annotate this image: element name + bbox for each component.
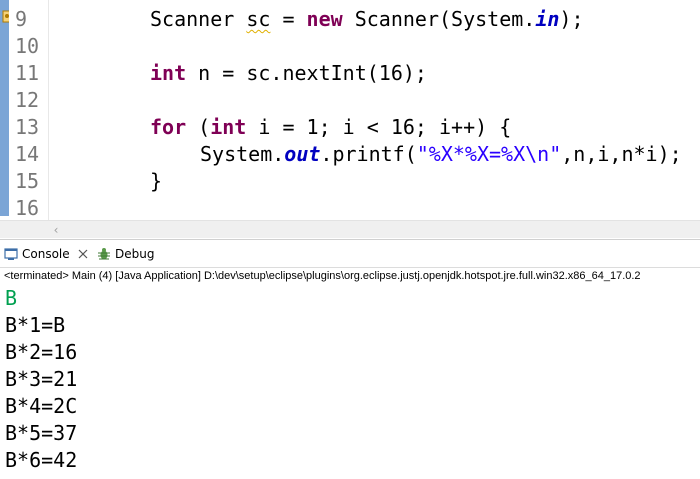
tab-console-label: Console (22, 247, 70, 261)
code-token: Scanner (150, 7, 247, 31)
code-keyword: int (150, 61, 187, 85)
code-token: = (270, 7, 307, 31)
line-number: 16 (15, 196, 40, 220)
code-static-field: in (535, 7, 560, 31)
code-token: System. (200, 142, 285, 166)
code-token-warning: sc (246, 7, 271, 31)
line-number: 15 (15, 169, 40, 193)
code-line-11[interactable]: int n = sc.nextInt(16); (150, 60, 427, 87)
code-editor[interactable]: 9 10 11 12 13 14 15 16 Scanner sc = new … (0, 0, 700, 220)
console-output-line: B*1=B (5, 313, 66, 337)
console-process-status: <terminated> Main (4) [Java Application]… (4, 270, 641, 282)
line-number: 14 (15, 142, 40, 166)
code-keyword: for (150, 115, 187, 139)
line-number: 9 (15, 7, 28, 31)
line-number: 13 (15, 115, 40, 139)
console-output-line: B*6=42 (5, 448, 78, 472)
debug-bug-icon (98, 248, 110, 260)
code-static-field: out (284, 142, 321, 166)
console-output-line: B*2=16 (5, 340, 78, 364)
editor-overview-rail (0, 0, 9, 216)
view-tab-bar: Console Debug (0, 239, 700, 268)
code-token: Scanner(System. (342, 7, 536, 31)
console-icon (4, 248, 18, 260)
tab-console[interactable]: Console (4, 243, 88, 265)
line-number: 12 (15, 88, 40, 112)
tab-debug[interactable]: Debug (97, 243, 154, 265)
console-output[interactable]: B B*1=B B*2=16 B*3=21 B*4=2C B*5=37 B*6=… (5, 285, 77, 474)
console-output-line: B*3=21 (5, 367, 78, 391)
close-icon[interactable] (78, 249, 88, 259)
code-string-literal: "%X*%X=%X\n" (416, 142, 562, 166)
tab-debug-label: Debug (115, 247, 155, 261)
console-input-echo: B (5, 286, 18, 310)
line-number: 11 (15, 61, 40, 85)
line-number: 10 (15, 34, 40, 58)
code-line-9[interactable]: Scanner sc = new Scanner(System.in); (150, 6, 584, 33)
code-token: i = 1; i < 16; i++) { (246, 115, 512, 139)
code-token: ); (559, 7, 584, 31)
code-line-14[interactable]: System.out.printf("%X*%X=%X\n",n,i,n*i); (200, 141, 682, 168)
code-token: ,n,i,n*i); (561, 142, 682, 166)
code-token: } (150, 169, 163, 193)
code-line-15[interactable]: } (150, 168, 162, 195)
console-output-line: B*4=2C (5, 394, 78, 418)
code-line-13[interactable]: for (int i = 1; i < 16; i++) { (150, 114, 511, 141)
console-view[interactable]: <terminated> Main (4) [Java Application]… (0, 268, 700, 479)
editor-horizontal-scrollbar[interactable]: ‹ (0, 220, 700, 238)
code-token: .printf( (320, 142, 417, 166)
code-token: n = sc.nextInt(16); (186, 61, 427, 85)
code-keyword: new (306, 7, 343, 31)
console-output-line: B*5=37 (5, 421, 78, 445)
code-keyword: int (210, 115, 247, 139)
scroll-left-arrow-icon[interactable]: ‹ (48, 222, 64, 238)
code-token: ( (186, 115, 211, 139)
